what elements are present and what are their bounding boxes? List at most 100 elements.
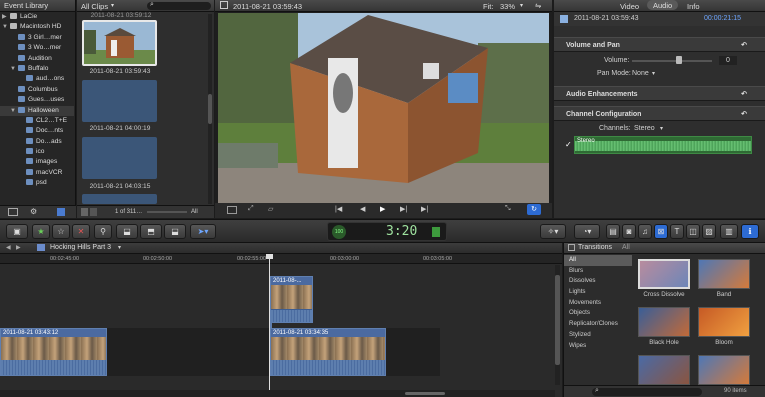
library-item[interactable]: Gues…uses [0,95,74,105]
timeline-clip[interactable]: 2011-08-21 03:34:35 [270,328,386,376]
photo-browser-button[interactable]: ◙ [622,224,636,239]
unrate-button[interactable]: ☆ [52,224,70,239]
volume-slider[interactable] [632,60,712,62]
channel-config-section[interactable]: Channel Configuration ↶ [554,106,765,121]
timecode-display[interactable]: 3:20 [386,224,417,239]
stereo-checkbox[interactable]: ✓ [565,140,572,149]
keyword-button[interactable]: ⚲ [94,224,112,239]
view-options-icon[interactable] [227,206,237,214]
library-item[interactable]: ▶ LaCie [0,12,74,22]
clip-thumbnail-selected[interactable] [82,20,157,66]
enhancements-button[interactable]: ✧▾ [540,224,566,239]
transition-thumbnail[interactable] [638,259,690,289]
transition-category[interactable]: Wipes [564,341,632,352]
transition-thumbnail[interactable] [698,355,750,385]
disclosure-open-icon[interactable]: ▼ [10,106,18,116]
volume-slider-handle[interactable] [676,56,682,64]
back-arrow-icon[interactable]: ◀ [6,244,11,251]
library-item[interactable]: 3 Girl…mer [0,33,74,43]
reset-icon[interactable]: ↶ [741,87,747,102]
tab-info[interactable]: Info [687,2,700,11]
search-field[interactable] [147,2,211,10]
transition-thumbnail[interactable] [698,259,750,289]
retime-button[interactable]: ◔▾ [574,224,600,239]
volume-pan-section[interactable]: Volume and Pan ↶ [554,37,765,52]
reset-icon[interactable]: ↶ [741,107,747,122]
transition-category[interactable]: Replicator/Clones [564,319,632,330]
record-voiceover-button[interactable]: ▣ [6,224,28,239]
favorite-button[interactable]: ★ [32,224,50,239]
forward-arrow-icon[interactable]: ▶ [16,244,21,251]
library-item[interactable]: images [0,157,74,167]
step-back-icon[interactable]: ◀ [360,205,365,213]
list-view-icon[interactable] [57,208,65,216]
library-item[interactable]: Doc…nts [0,126,74,136]
transition-category[interactable]: All [564,255,632,266]
transition-thumbnail[interactable] [638,307,690,337]
chevron-down-icon[interactable]: ▾ [520,2,523,9]
zoom-value[interactable]: 33% [500,2,515,11]
library-item[interactable]: Columbus [0,85,74,95]
library-item[interactable]: psd [0,178,74,188]
library-item[interactable]: ▼ Macintosh HD [0,22,74,32]
fullscreen-icon[interactable]: ⤡ [505,205,511,213]
stereo-waveform[interactable]: Stereo [574,136,752,154]
library-item[interactable]: Do…ads [0,137,74,147]
search-field[interactable] [592,388,702,396]
themes-browser-button[interactable]: ▨ [702,224,716,239]
library-item[interactable]: ▼ Buffalo [0,64,74,74]
channels-select[interactable]: Stereo [634,125,655,132]
switch-icon[interactable]: ⇋ [535,1,541,10]
step-forward-icon[interactable]: ▶| [400,205,407,213]
disclosure-open-icon[interactable]: ▼ [2,22,10,32]
gear-icon[interactable]: ⚙ [30,207,37,216]
library-item[interactable]: 3 Wo…mer [0,43,74,53]
generators-browser-button[interactable]: ◫ [686,224,700,239]
transition-category[interactable]: Objects [564,308,632,319]
transition-category[interactable]: Blurs [564,266,632,277]
chevron-down-icon[interactable]: ▾ [660,125,663,132]
library-item[interactable]: CL2…T+E [0,116,74,126]
playhead[interactable] [269,254,270,397]
show-library-icon[interactable] [8,208,18,216]
next-edit-icon[interactable]: ▶| [421,205,428,213]
library-item[interactable]: Audition [0,54,74,64]
insert-clip-button[interactable]: ⬒ [140,224,162,239]
tab-video[interactable]: Video [620,2,639,11]
library-item[interactable]: ico [0,147,74,157]
timeline-horizontal-scrollbar[interactable] [0,390,555,397]
clip-thumbnail[interactable] [82,80,157,122]
transitions-browser-button[interactable]: ⊠ [654,224,668,239]
titles-browser-button[interactable]: T [670,224,684,239]
transition-category[interactable]: Dissolves [564,276,632,287]
crop-icon[interactable]: ▱ [268,205,273,213]
transition-category[interactable]: Lights [564,287,632,298]
tab-audio[interactable]: Audio [647,0,679,10]
inspector-button[interactable]: ▤ [606,224,620,239]
timeline-ruler[interactable]: 00:02:45:00 00:02:50:00 00:02:55:00 00:0… [0,254,562,264]
transition-thumbnail[interactable] [698,307,750,337]
append-clip-button[interactable]: ⬓ [164,224,186,239]
connected-clip[interactable]: 2011-08-... [270,276,313,323]
clip-thumbnail[interactable] [82,194,157,204]
library-item[interactable]: aud…ons [0,74,74,84]
chevron-down-icon[interactable]: ▾ [652,70,655,77]
list-view-icon[interactable] [90,208,97,216]
library-item[interactable]: ▼ Halloween [0,105,74,116]
disclosure-open-icon[interactable]: ▼ [10,64,18,74]
timeline-vertical-scrollbar[interactable] [555,265,560,385]
previous-edit-icon[interactable]: |◀ [335,205,342,213]
browser-scrollbar[interactable] [208,14,212,204]
timeline-clip[interactable]: 2011-08-21 03:43:12 [0,328,107,376]
transition-category[interactable]: Stylized [564,330,632,341]
reset-icon[interactable]: ↶ [741,38,747,53]
transition-category[interactable]: Movements [564,298,632,309]
clips-filter[interactable]: All Clips [81,2,108,11]
share-button[interactable]: ▥ [720,224,738,239]
chevron-down-icon[interactable]: ▾ [111,2,114,9]
play-icon[interactable]: ▶ [380,205,385,213]
transform-icon[interactable]: ⤢ [248,205,254,213]
reject-button[interactable]: ✕ [72,224,90,239]
audio-enhancements-section[interactable]: Audio Enhancements ↶ [554,86,765,101]
clip-thumbnail[interactable] [82,137,157,179]
